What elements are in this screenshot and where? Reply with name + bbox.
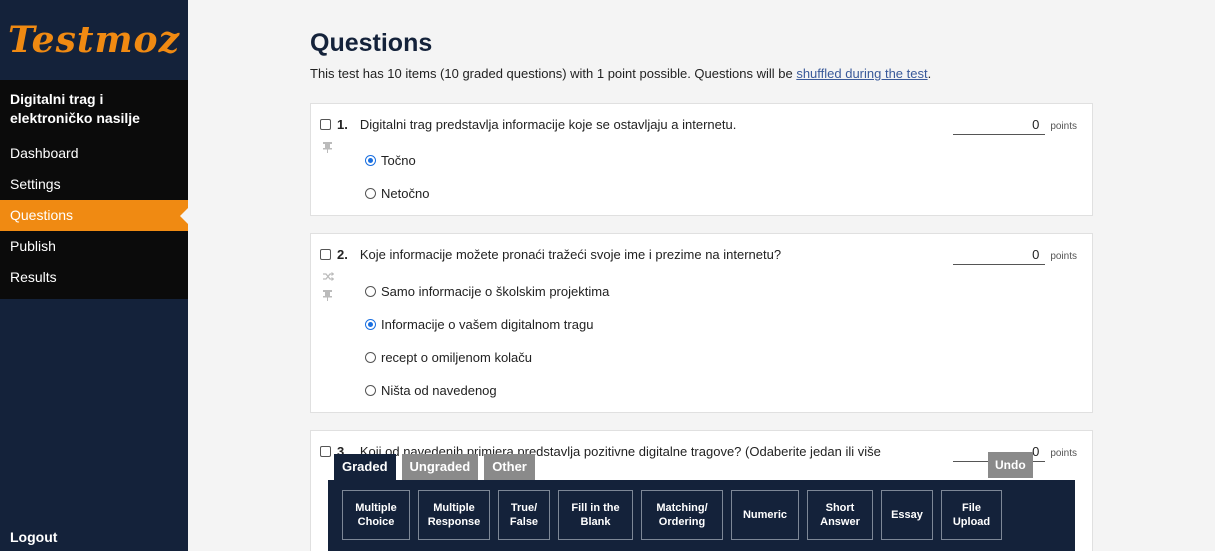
answer-label: Samo informacije o školskim projektima <box>381 284 610 299</box>
question-header: 2. Koje informacije možete pronaći traže… <box>320 247 781 262</box>
shuffle-link[interactable]: shuffled during the test <box>796 66 927 81</box>
brand[interactable]: Testmoz <box>0 0 188 80</box>
points-field: 0 points <box>953 117 1077 135</box>
test-name: Digitalni trag i elektroničko nasilje <box>10 91 140 126</box>
answer-option[interactable]: Samo informacije o školskim projektima <box>365 284 609 299</box>
question-text: Koje informacije možete pronaći tražeći … <box>359 247 782 262</box>
summary-suffix: . <box>927 66 932 81</box>
points-label: points <box>1050 121 1077 132</box>
main-content: Questions This test has 10 items (10 gra… <box>310 0 1093 81</box>
shuffle-icon[interactable] <box>323 272 335 284</box>
brand-logo[interactable]: Testmoz <box>8 19 180 61</box>
radio-unselected[interactable] <box>365 385 376 396</box>
page-title: Questions <box>310 29 433 57</box>
points-input[interactable]: 0 <box>953 117 1046 135</box>
radio-unselected[interactable] <box>365 188 376 199</box>
numeric-button[interactable]: Numeric <box>731 490 799 540</box>
question-card-1[interactable]: 1. Digitalni trag predstavlja informacij… <box>310 103 1093 216</box>
question-card-2[interactable]: 2. Koje informacije možete pronaći traže… <box>310 233 1093 413</box>
question-checkbox[interactable] <box>320 446 331 457</box>
true-false-button[interactable]: True/ False <box>498 490 550 540</box>
radio-selected[interactable] <box>365 155 376 166</box>
question-header: 1. Digitalni trag predstavlja informacij… <box>320 117 736 132</box>
question-type-toolbar: Multiple Choice Multiple Response True/ … <box>328 480 1075 551</box>
question-text: Digitalni trag predstavlja informacije k… <box>359 117 737 132</box>
answer-option[interactable]: Netočno <box>365 186 429 201</box>
answer-option[interactable]: Informacije o vašem digitalnom tragu <box>365 317 593 332</box>
answer-label: Ništa od navedenog <box>381 383 497 398</box>
radio-unselected[interactable] <box>365 286 376 297</box>
short-answer-button[interactable]: Short Answer <box>807 490 873 540</box>
pin-icon[interactable] <box>323 142 332 156</box>
tab-graded[interactable]: Graded <box>334 454 396 480</box>
answer-option[interactable]: Ništa od navedenog <box>365 383 497 398</box>
essay-button[interactable]: Essay <box>881 490 933 540</box>
points-input[interactable]: 0 <box>953 247 1046 265</box>
matching-ordering-button[interactable]: Matching/ Ordering <box>641 490 723 540</box>
question-checkbox[interactable] <box>320 119 331 130</box>
sidebar-menu: Digitalni trag i elektroničko nasilje Da… <box>0 80 188 299</box>
logout-link[interactable]: Logout <box>10 529 57 545</box>
undo-button[interactable]: Undo <box>988 452 1033 478</box>
file-upload-button[interactable]: File Upload <box>941 490 1002 540</box>
test-summary: This test has 10 items (10 graded questi… <box>310 66 1093 81</box>
question-number: 2. <box>337 247 348 262</box>
sidebar-item-questions[interactable]: Questions <box>0 200 188 231</box>
answer-label: Informacije o vašem digitalnom tragu <box>381 317 594 332</box>
sidebar: Testmoz Digitalni trag i elektroničko na… <box>0 0 188 551</box>
answer-option[interactable]: recept o omiljenom kolaču <box>365 350 532 365</box>
question-number: 1. <box>337 117 348 132</box>
fill-in-the-blank-button[interactable]: Fill in the Blank <box>558 490 633 540</box>
tab-ungraded[interactable]: Ungraded <box>401 454 479 480</box>
multiple-response-button[interactable]: Multiple Response <box>418 490 490 540</box>
answer-option[interactable]: Točno <box>365 153 416 168</box>
points-label: points <box>1050 251 1077 262</box>
answer-label: recept o omiljenom kolaču <box>381 350 533 365</box>
sidebar-item-dashboard[interactable]: Dashboard <box>0 138 188 169</box>
summary-text: This test has 10 items (10 graded questi… <box>310 66 797 81</box>
multiple-choice-button[interactable]: Multiple Choice <box>342 490 410 540</box>
answer-label: Točno <box>381 153 416 168</box>
tab-other[interactable]: Other <box>484 454 535 480</box>
pin-icon[interactable] <box>323 290 332 304</box>
sidebar-item-results[interactable]: Results <box>0 262 188 293</box>
question-checkbox[interactable] <box>320 249 331 260</box>
sidebar-item-publish[interactable]: Publish <box>0 231 188 262</box>
sidebar-item-settings[interactable]: Settings <box>0 169 188 200</box>
points-label: points <box>1050 448 1077 459</box>
points-field: 0 points <box>953 247 1077 265</box>
radio-unselected[interactable] <box>365 352 376 363</box>
radio-selected[interactable] <box>365 319 376 330</box>
question-type-tabs: Graded Ungraded Other <box>334 454 541 480</box>
answer-label: Netočno <box>381 186 430 201</box>
